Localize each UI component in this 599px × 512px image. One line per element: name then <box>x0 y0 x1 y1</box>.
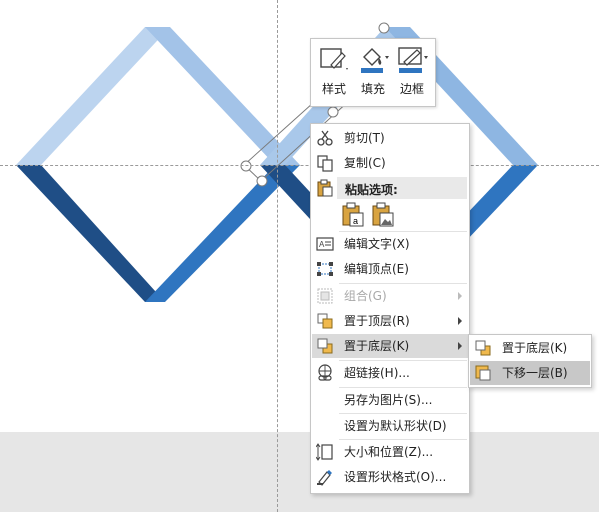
svg-text:A: A <box>319 240 325 249</box>
left-diamond-bottom-left-band <box>16 165 165 302</box>
send-to-back-icon <box>317 338 333 354</box>
size-position-icon <box>316 443 333 461</box>
paste-text-only-icon: a <box>342 202 364 227</box>
paste-options-header: 粘贴选项: <box>337 177 467 199</box>
menu-item-send-to-back[interactable]: 置于底层(K) <box>312 334 468 358</box>
submenu-item-send-to-back[interactable]: 置于底层(K) <box>470 336 590 360</box>
context-menu: 剪切(T) 复制(C) 粘贴选项: a A 编辑文字(X) 编辑顶点(E) 组合… <box>310 123 470 494</box>
send-to-back-submenu: 置于底层(K) 下移一层(B) <box>468 334 592 388</box>
rotate-handle[interactable] <box>378 22 390 34</box>
hyperlink-icon <box>318 364 332 381</box>
scissors-icon <box>317 130 333 146</box>
menu-item-save-as-picture-label: 另存为图片(S)... <box>344 393 433 407</box>
menu-item-set-default-shape[interactable]: 设置为默认形状(D) <box>312 414 468 438</box>
border-button[interactable]: 边框 <box>393 43 431 101</box>
submenu-arrow-icon <box>458 317 462 325</box>
menu-item-bring-to-front[interactable]: 置于顶层(R) <box>312 309 468 333</box>
pen-outline-icon <box>398 47 428 73</box>
menu-item-size-position[interactable]: 大小和位置(Z)... <box>312 440 468 464</box>
edit-points-icon <box>317 262 333 276</box>
style-button[interactable]: 样式 <box>315 43 353 101</box>
menu-item-bring-to-front-label: 置于顶层(R) <box>344 314 410 328</box>
menu-item-set-default-shape-label: 设置为默认形状(D) <box>344 419 447 433</box>
menu-item-cut[interactable]: 剪切(T) <box>312 126 468 150</box>
submenu-item-send-to-back-label: 置于底层(K) <box>502 341 568 355</box>
group-icon <box>317 288 333 304</box>
menu-item-copy[interactable]: 复制(C) <box>312 151 468 175</box>
menu-item-copy-label: 复制(C) <box>344 156 386 170</box>
clipboard-icon <box>317 179 333 197</box>
resize-handle-left[interactable] <box>240 160 252 172</box>
menu-item-group-label: 组合(G) <box>344 289 387 303</box>
fill-button[interactable]: 填充 <box>354 43 392 101</box>
menu-item-edit-text[interactable]: A 编辑文字(X) <box>312 232 468 256</box>
paste-picture-button[interactable] <box>371 202 395 228</box>
style-label: 样式 <box>321 82 346 96</box>
horizontal-guide-line <box>0 165 599 166</box>
send-to-back-icon <box>475 340 491 356</box>
shape-style-icon <box>320 48 348 70</box>
paste-keep-text-button[interactable]: a <box>341 202 365 228</box>
paint-bucket-icon <box>361 48 389 73</box>
menu-item-format-shape[interactable]: 设置形状格式(O)... <box>312 465 468 489</box>
menu-item-send-to-back-label: 置于底层(K) <box>344 339 410 353</box>
resize-handle-right[interactable] <box>327 106 339 118</box>
menu-item-edit-text-label: 编辑文字(X) <box>344 237 410 251</box>
svg-text:a: a <box>353 216 358 226</box>
submenu-item-send-backward-label: 下移一层(B) <box>502 366 568 380</box>
menu-item-hyperlink[interactable]: 超链接(H)... <box>312 361 468 385</box>
fill-label: 填充 <box>360 82 385 96</box>
mini-toolbar: 样式 填充 边框 <box>310 38 436 107</box>
resize-handle-bottom[interactable] <box>256 175 268 187</box>
submenu-item-send-backward[interactable]: 下移一层(B) <box>470 361 590 385</box>
vertical-guide-line <box>277 0 278 512</box>
text-box-icon: A <box>316 237 334 251</box>
bring-to-front-icon <box>317 313 333 329</box>
menu-item-edit-points[interactable]: 编辑顶点(E) <box>312 257 468 281</box>
menu-item-hyperlink-label: 超链接(H)... <box>344 366 410 380</box>
submenu-arrow-icon <box>458 292 462 300</box>
send-backward-icon <box>475 365 491 381</box>
format-shape-icon <box>317 470 332 486</box>
submenu-arrow-icon <box>458 342 462 350</box>
menu-item-group[interactable]: 组合(G) <box>312 284 468 308</box>
border-label: 边框 <box>399 82 424 96</box>
menu-item-format-shape-label: 设置形状格式(O)... <box>344 470 447 484</box>
left-diamond-top-left-band <box>16 27 170 165</box>
menu-item-save-as-picture[interactable]: 另存为图片(S)... <box>312 388 468 412</box>
copy-icon <box>317 155 333 172</box>
paste-options-label: 粘贴选项: <box>345 183 398 197</box>
menu-item-size-position-label: 大小和位置(Z)... <box>344 445 434 459</box>
slide-canvas <box>16 22 538 302</box>
paste-picture-icon <box>372 202 394 227</box>
menu-item-edit-points-label: 编辑顶点(E) <box>344 262 409 276</box>
menu-item-cut-label: 剪切(T) <box>344 131 385 145</box>
